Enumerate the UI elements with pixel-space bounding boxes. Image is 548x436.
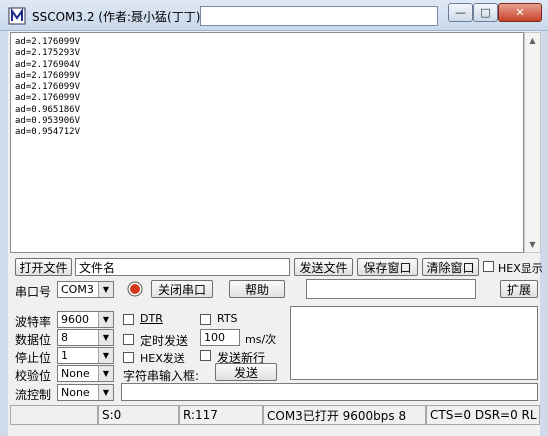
hex-send-checkbox[interactable] [123, 352, 134, 363]
port-status: COM3已打开 9600bps 8 [263, 405, 426, 425]
received-count: R:117 [179, 405, 263, 425]
timed-send-label: 定时发送 [140, 334, 189, 348]
flow-control-value: None [61, 386, 90, 399]
parity-value: None [61, 367, 90, 380]
sent-count: S:0 [98, 405, 179, 425]
receive-line: ad=0.965186V [15, 104, 81, 115]
port-number-label: 串口号 [15, 285, 52, 299]
scroll-down-icon[interactable]: ▼ [525, 237, 540, 252]
receive-line: ad=2.176099V [15, 37, 81, 47]
clear-window-button[interactable]: 清除窗口 [422, 258, 479, 276]
window-title: SSCOM3.2 (作者:聂小猛(丁丁), [32, 10, 205, 24]
string-input-label: 字符串输入框: [123, 369, 200, 383]
rts-checkbox[interactable] [200, 314, 211, 325]
send-newline-checkbox[interactable] [200, 350, 211, 361]
flow-control-label: 流控制 [15, 388, 52, 402]
stop-bits-label: 停止位 [15, 351, 52, 365]
data-bits-select[interactable]: 8 ▼ [57, 329, 114, 346]
maximize-button[interactable]: □ [473, 3, 498, 22]
receive-line: ad=2.176099V [15, 82, 81, 93]
receive-line: ad=2.175293V [15, 48, 81, 59]
modem-lines-status: CTS=0 DSR=0 RL [426, 405, 540, 425]
receive-line: ad=2.176904V [15, 59, 81, 70]
file-name-input[interactable]: 文件名 [75, 258, 290, 276]
close-button[interactable]: ✕ [498, 3, 542, 22]
chevron-down-icon[interactable]: ▼ [98, 330, 113, 345]
status-empty-cell [10, 405, 98, 425]
parity-label: 校验位 [15, 369, 52, 383]
port-info-field [306, 279, 476, 299]
chevron-down-icon[interactable]: ▼ [98, 348, 113, 363]
send-button[interactable]: 发送 [215, 363, 277, 381]
interval-input[interactable]: 100 [200, 329, 240, 346]
scroll-up-icon[interactable]: ▲ [525, 33, 540, 48]
minimize-button[interactable]: — [448, 3, 473, 22]
open-file-button[interactable]: 打开文件 [15, 258, 72, 276]
send-text-area[interactable] [290, 306, 538, 380]
rts-label: RTS [217, 312, 238, 325]
stop-bits-select[interactable]: 1 ▼ [57, 347, 114, 364]
help-button[interactable]: 帮助 [229, 280, 285, 298]
parity-select[interactable]: None ▼ [57, 365, 114, 382]
close-port-button[interactable]: 关闭串口 [151, 280, 213, 298]
hex-display-label: HEX显示 [498, 262, 543, 275]
chevron-down-icon[interactable]: ▼ [98, 312, 113, 327]
hex-send-label: HEX发送 [140, 352, 185, 365]
dtr-label: DTR [140, 312, 163, 325]
data-bits-label: 数据位 [15, 333, 52, 347]
chevron-down-icon[interactable]: ▼ [98, 385, 113, 400]
receive-lines: ad=2.176099V ad=2.175293V ad=2.176904V ad=2… [15, 37, 80, 139]
port-select-value: COM3 [61, 283, 94, 296]
status-bar: S:0 R:117 COM3已打开 9600bps 8 CTS=0 DSR=0 … [10, 405, 540, 427]
baud-rate-value: 9600 [61, 313, 89, 326]
receive-line: ad=2.176099V [15, 93, 81, 104]
vertical-scrollbar[interactable]: ▲ ▼ [524, 32, 541, 253]
receive-line: ad=0.953906V [15, 116, 81, 127]
port-status-lamp-icon [127, 281, 143, 297]
save-window-button[interactable]: 保存窗口 [357, 258, 418, 276]
receive-line: ad=0.954712V [15, 127, 81, 138]
app-icon [8, 7, 26, 25]
title-text-input[interactable] [200, 6, 438, 26]
stop-bits-value: 1 [61, 349, 68, 362]
window-frame-right [540, 31, 548, 436]
chevron-down-icon[interactable]: ▼ [98, 366, 113, 381]
baud-rate-label: 波特率 [15, 315, 52, 329]
data-bits-value: 8 [61, 331, 68, 344]
dtr-checkbox[interactable] [123, 314, 134, 325]
send-file-button[interactable]: 发送文件 [294, 258, 353, 276]
receive-text-area[interactable]: ad=2.176099V ad=2.175293V ad=2.176904V ad=2… [10, 32, 524, 253]
hex-display-checkbox[interactable] [483, 261, 494, 272]
send-line-input[interactable] [121, 383, 538, 401]
baud-rate-select[interactable]: 9600 ▼ [57, 311, 114, 328]
receive-line: ad=2.176099V [15, 70, 81, 81]
window-frame-left [0, 31, 8, 436]
interval-unit-label: ms/次 [245, 333, 277, 346]
flow-control-select[interactable]: None ▼ [57, 384, 114, 401]
chevron-down-icon[interactable]: ▼ [98, 282, 113, 297]
timed-send-checkbox[interactable] [123, 334, 134, 345]
expand-button[interactable]: 扩展 [500, 280, 538, 298]
port-select[interactable]: COM3 ▼ [57, 281, 114, 298]
